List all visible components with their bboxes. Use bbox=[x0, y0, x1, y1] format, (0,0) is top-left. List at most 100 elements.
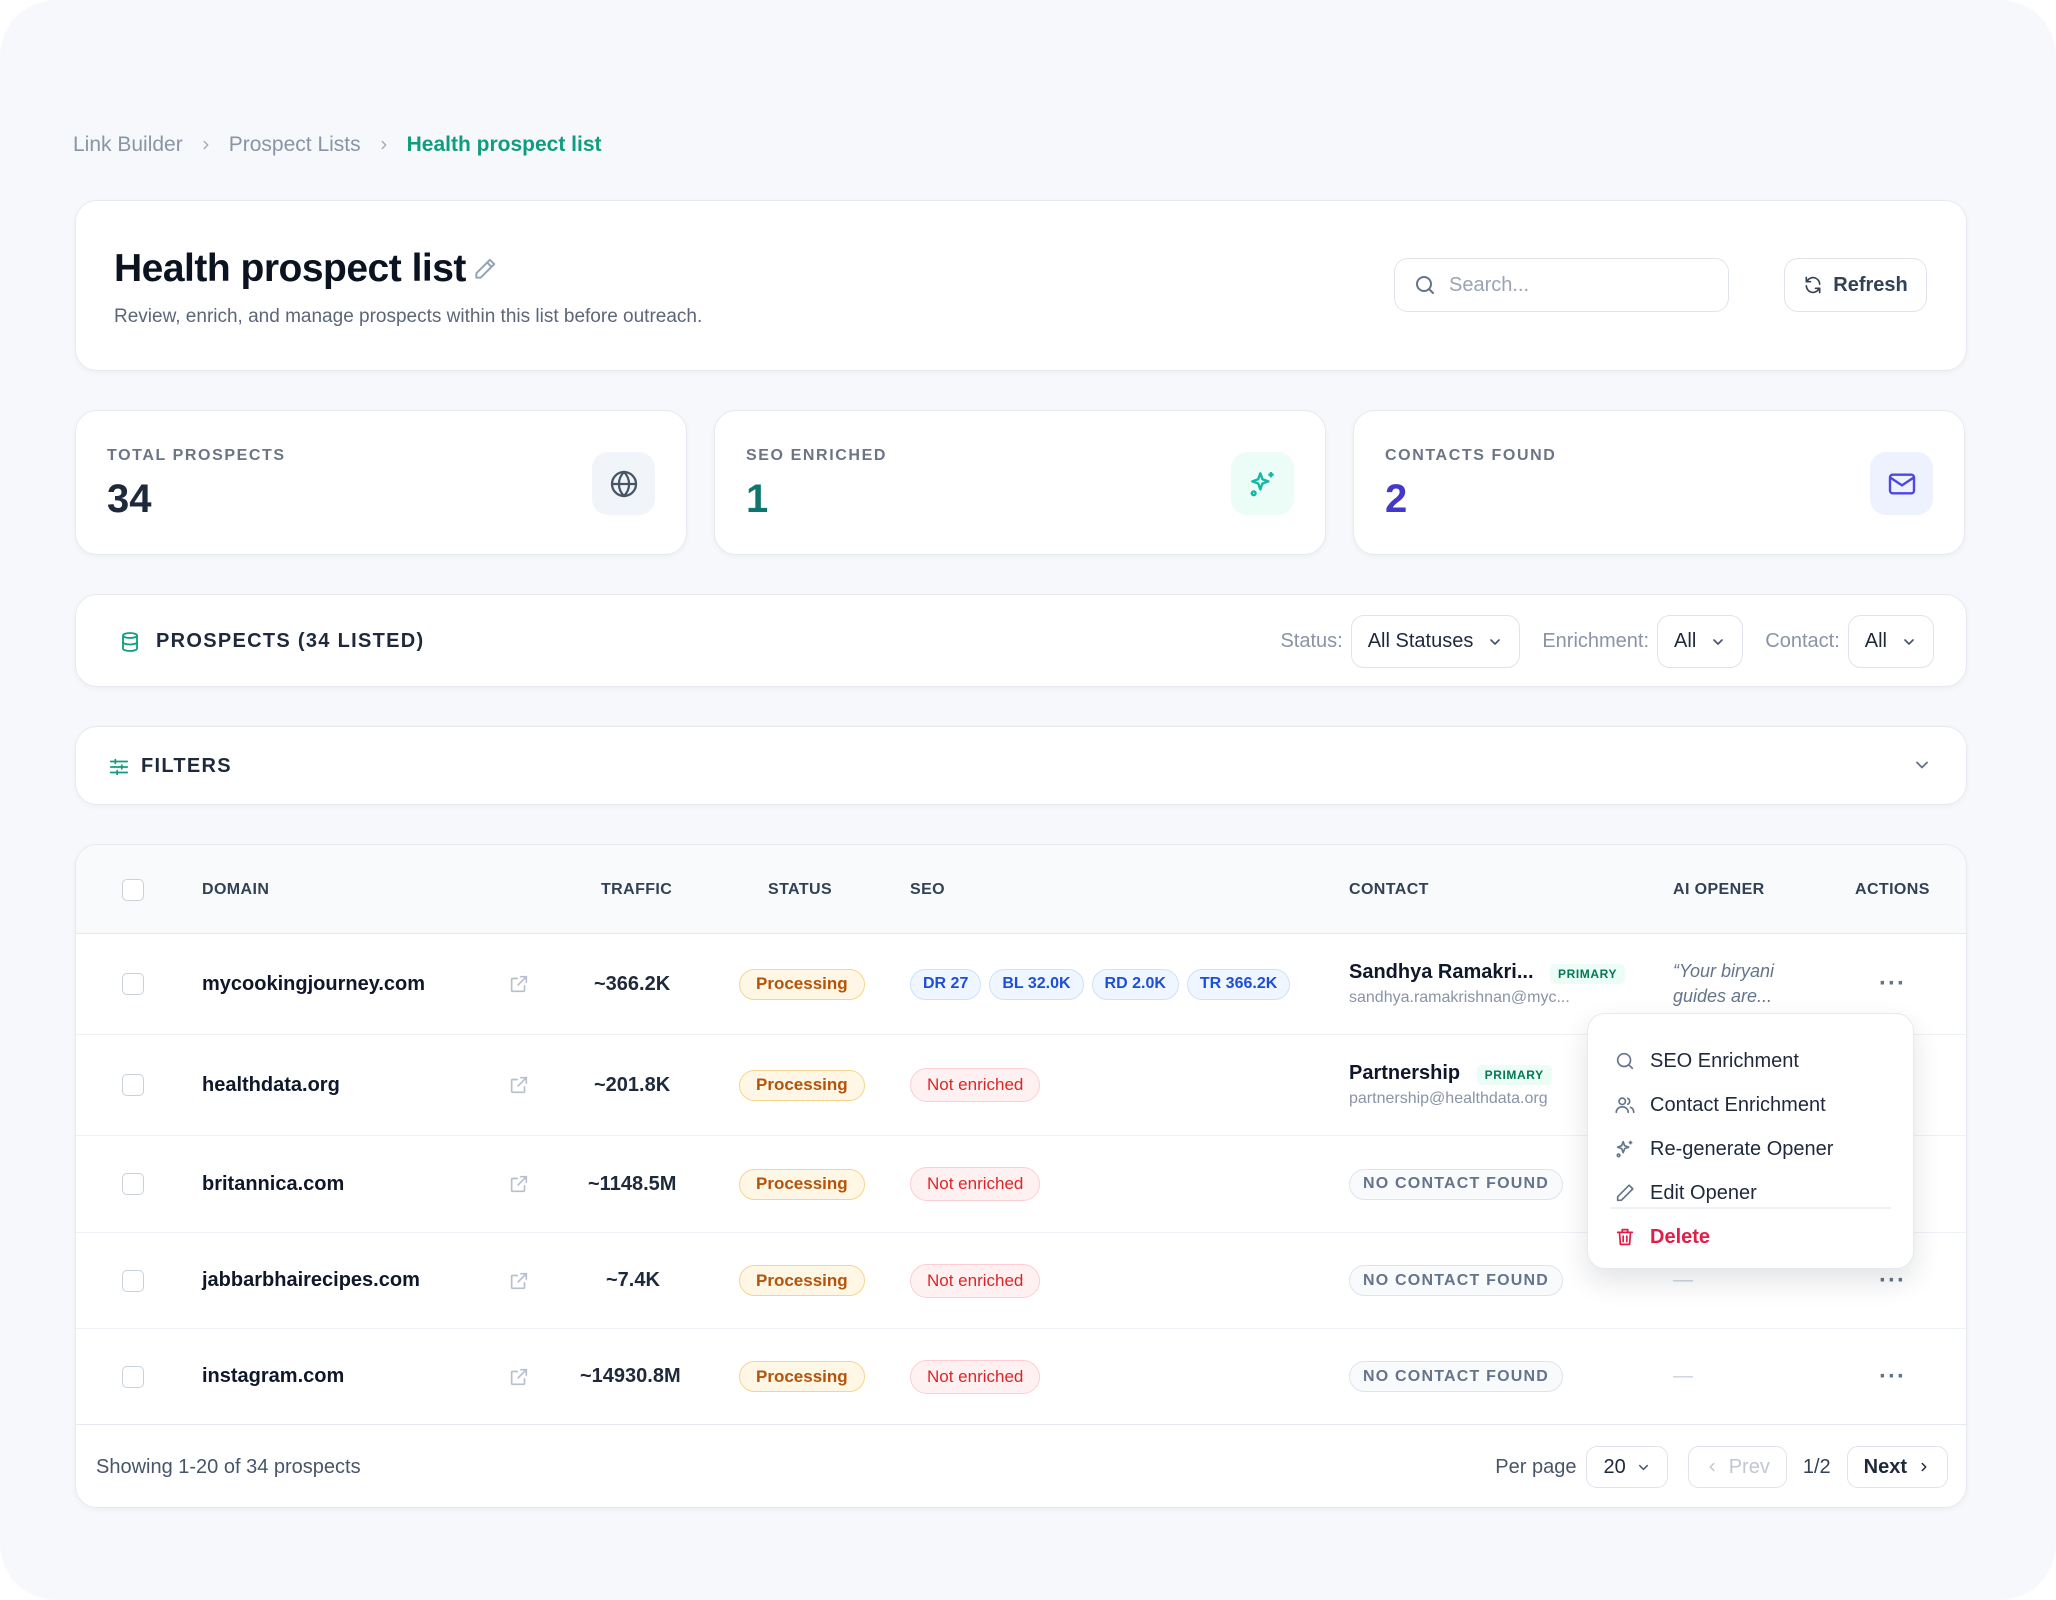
table-header: DOMAIN TRAFFIC STATUS SEO CONTACT AI OPE… bbox=[76, 845, 1966, 934]
chevron-right-icon bbox=[377, 138, 391, 152]
stat-label: CONTACTS FOUND bbox=[1385, 447, 1557, 464]
prospects-title-text: PROSPECTS (34 LISTED) bbox=[156, 630, 425, 652]
seo-metric-rd: RD 2.0K bbox=[1091, 968, 1179, 1000]
users-icon bbox=[1614, 1094, 1636, 1116]
prev-page-button[interactable]: Prev bbox=[1687, 1446, 1787, 1488]
domain-name[interactable]: instagram.com bbox=[202, 1365, 344, 1388]
traffic-value: ~201.8K bbox=[594, 1073, 671, 1096]
edit-title-icon[interactable] bbox=[472, 256, 498, 282]
contact-select-value: All bbox=[1864, 630, 1887, 652]
refresh-button[interactable]: Refresh bbox=[1784, 258, 1927, 312]
breadcrumb-prospect-lists[interactable]: Prospect Lists bbox=[229, 133, 361, 157]
per-page-value: 20 bbox=[1603, 1455, 1626, 1478]
domain-name[interactable]: jabbarbhairecipes.com bbox=[202, 1269, 420, 1292]
stat-label: SEO ENRICHED bbox=[746, 447, 887, 464]
menu-item-edit-opener[interactable]: Edit Opener bbox=[1614, 1178, 1757, 1208]
column-header-actions: ACTIONS bbox=[1855, 880, 1930, 898]
domain-name[interactable]: britannica.com bbox=[202, 1173, 344, 1196]
menu-item-contact-enrichment[interactable]: Contact Enrichment bbox=[1614, 1090, 1826, 1120]
select-all-checkbox[interactable] bbox=[122, 879, 144, 901]
menu-item-label: Delete bbox=[1650, 1225, 1711, 1248]
enrichment-select[interactable]: All bbox=[1657, 615, 1744, 668]
external-link-icon[interactable] bbox=[508, 1329, 530, 1424]
domain-name[interactable]: healthdata.org bbox=[202, 1074, 340, 1097]
column-header-domain[interactable]: DOMAIN bbox=[202, 845, 269, 934]
menu-item-regenerate-opener[interactable]: Re-generate Opener bbox=[1614, 1134, 1833, 1164]
more-actions-button[interactable]: ··· bbox=[1879, 970, 1906, 998]
ai-opener-text[interactable]: “Your biryani bbox=[1673, 959, 1774, 984]
page-indicator: 1/2 bbox=[1802, 1455, 1831, 1478]
menu-item-seo-enrichment[interactable]: SEO Enrichment bbox=[1614, 1046, 1799, 1076]
stat-card-contacts-found: CONTACTS FOUND 2 bbox=[1353, 410, 1965, 555]
no-contact-badge: NO CONTACT FOUND bbox=[1349, 1265, 1563, 1296]
breadcrumb-link-builder[interactable]: Link Builder bbox=[73, 133, 183, 157]
contact-select[interactable]: All bbox=[1847, 615, 1934, 668]
more-actions-button[interactable]: ··· bbox=[1879, 1267, 1906, 1295]
next-page-button[interactable]: Next bbox=[1846, 1446, 1948, 1488]
row-checkbox[interactable] bbox=[122, 1173, 144, 1195]
stat-value: 34 bbox=[107, 477, 152, 521]
globe-icon bbox=[592, 452, 655, 515]
status-badge: Processing bbox=[739, 968, 865, 1000]
chevron-down-icon bbox=[1636, 1460, 1651, 1475]
status-select[interactable]: All Statuses bbox=[1350, 615, 1521, 668]
status-select-value: All Statuses bbox=[1367, 630, 1474, 652]
column-header-contact: CONTACT bbox=[1349, 880, 1429, 898]
status-badge: Processing bbox=[739, 1069, 865, 1101]
status-badge: Processing bbox=[739, 1361, 865, 1392]
no-contact-badge: NO CONTACT FOUND bbox=[1349, 1361, 1563, 1392]
external-link-icon[interactable] bbox=[508, 934, 530, 1034]
row-checkbox[interactable] bbox=[122, 1270, 144, 1292]
domain-name[interactable]: mycookingjourney.com bbox=[202, 973, 425, 996]
enrichment-select-value: All bbox=[1674, 630, 1697, 652]
table-row[interactable]: instagram.com ~14930.8M Processing Not e… bbox=[76, 1329, 1966, 1425]
column-header-status[interactable]: STATUS bbox=[768, 845, 832, 934]
app-frame: Link Builder Prospect Lists Health prosp… bbox=[0, 0, 2056, 1600]
search-input[interactable] bbox=[1449, 273, 1709, 297]
menu-item-label: Re-generate Opener bbox=[1650, 1137, 1834, 1160]
external-link-icon[interactable] bbox=[508, 1035, 530, 1135]
status-badge: Processing bbox=[739, 1168, 865, 1200]
chevron-left-icon bbox=[1705, 1460, 1719, 1474]
primary-badge: PRIMARY bbox=[1549, 963, 1626, 984]
column-header-seo: SEO bbox=[910, 880, 945, 898]
menu-item-label: Contact Enrichment bbox=[1650, 1093, 1826, 1116]
chevron-right-icon bbox=[1917, 1460, 1931, 1474]
external-link-icon[interactable] bbox=[508, 1233, 530, 1328]
primary-badge: PRIMARY bbox=[1476, 1064, 1552, 1085]
row-checkbox[interactable] bbox=[122, 1366, 144, 1388]
more-actions-button[interactable]: ··· bbox=[1879, 1363, 1906, 1391]
row-checkbox[interactable] bbox=[122, 973, 144, 995]
traffic-value: ~366.2K bbox=[594, 972, 671, 995]
stat-card-seo-enriched: SEO ENRICHED 1 bbox=[714, 410, 1326, 555]
trash-icon bbox=[1614, 1226, 1636, 1248]
table-footer: Showing 1-20 of 34 prospects Per page 20… bbox=[76, 1425, 1966, 1507]
row-checkbox[interactable] bbox=[122, 1074, 144, 1096]
per-page-select[interactable]: 20 bbox=[1586, 1446, 1668, 1488]
breadcrumb: Link Builder Prospect Lists Health prosp… bbox=[73, 130, 602, 160]
stat-value: 1 bbox=[746, 477, 769, 521]
filters-panel[interactable]: FILTERS bbox=[75, 726, 1967, 805]
ai-opener-text[interactable]: guides are... bbox=[1673, 984, 1772, 1009]
column-header-ai-opener: AI OPENER bbox=[1673, 880, 1765, 898]
next-label: Next bbox=[1863, 1455, 1907, 1478]
chevron-down-icon bbox=[1901, 634, 1917, 650]
contact-filter-label: Contact: bbox=[1765, 630, 1840, 652]
search-box[interactable] bbox=[1394, 258, 1729, 312]
column-header-traffic[interactable]: TRAFFIC bbox=[601, 845, 672, 934]
stat-label: TOTAL PROSPECTS bbox=[107, 447, 286, 464]
prospects-title: PROSPECTS (34 LISTED) bbox=[118, 595, 424, 688]
chevron-down-icon[interactable] bbox=[1912, 755, 1932, 775]
row-actions-menu: SEO Enrichment Contact Enrichment Re-gen… bbox=[1587, 1013, 1914, 1269]
contact-name: Sandhya Ramakri... bbox=[1349, 961, 1534, 983]
seo-metric-bl: BL 32.0K bbox=[989, 968, 1084, 1000]
header-card: Health prospect list Review, enrich, and… bbox=[75, 200, 1967, 371]
seo-status-badge: Not enriched bbox=[910, 1167, 1041, 1201]
external-link-icon[interactable] bbox=[508, 1136, 530, 1232]
stat-card-total-prospects: TOTAL PROSPECTS 34 bbox=[75, 410, 687, 555]
filters-title-text: FILTERS bbox=[141, 755, 232, 777]
no-contact-badge: NO CONTACT FOUND bbox=[1349, 1168, 1563, 1200]
prospects-bar: PROSPECTS (34 LISTED) Status: All Status… bbox=[75, 594, 1967, 687]
menu-item-delete[interactable]: Delete bbox=[1614, 1222, 1710, 1252]
sparkles-icon bbox=[1231, 452, 1294, 515]
